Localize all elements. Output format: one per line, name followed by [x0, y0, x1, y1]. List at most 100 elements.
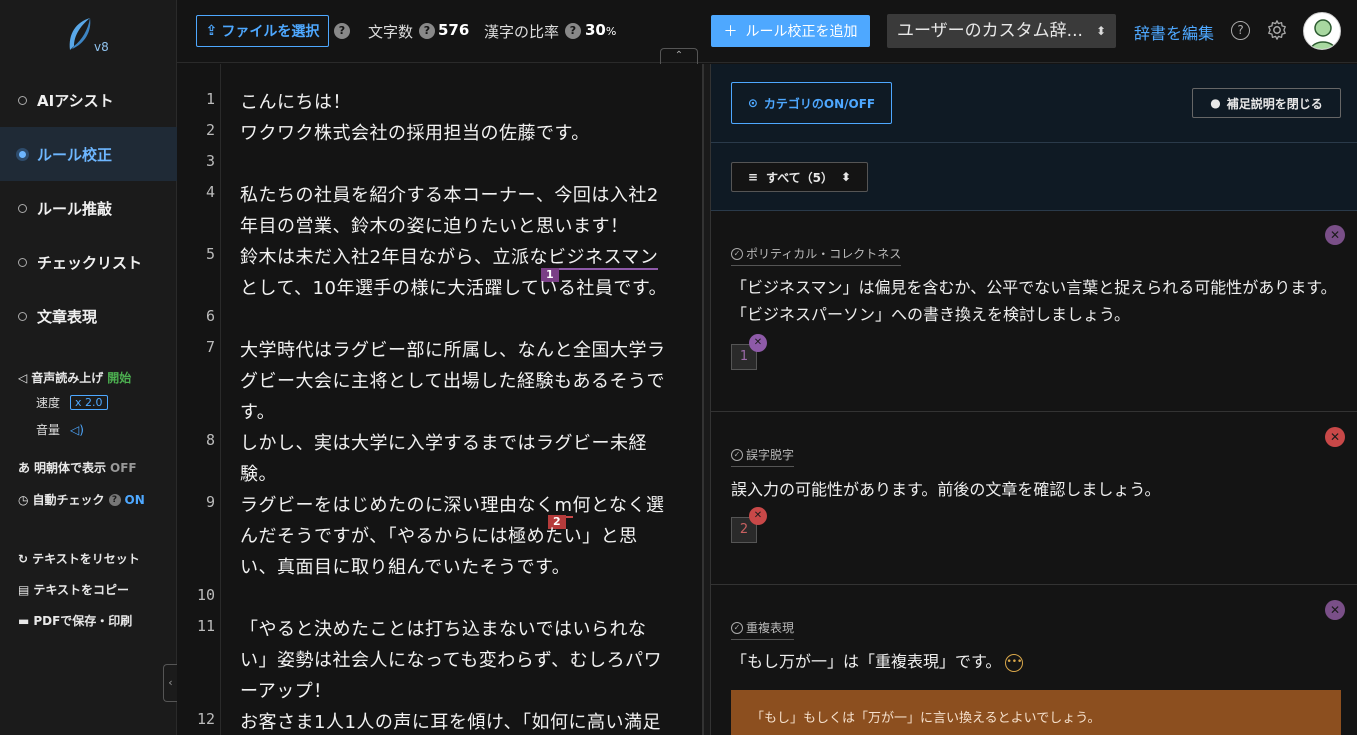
sidebar-item-rule-check[interactable]: ルール校正 [0, 127, 177, 181]
sidebar-collapse-button[interactable]: ‹ [163, 664, 177, 702]
check-icon: ✓ [731, 247, 743, 260]
editor-text-line[interactable]: 験。 [240, 460, 277, 486]
line-number: 6 [205, 307, 215, 325]
dismiss-icon[interactable]: ✕ [1325, 225, 1345, 245]
font-icon: あ [18, 461, 31, 475]
help-icon[interactable]: ? [334, 23, 350, 39]
filter-select[interactable]: ≡ すべて（5） ⬍ [731, 162, 868, 192]
sidebar-item-label: チェックリスト [37, 253, 143, 272]
radio-icon [18, 203, 27, 213]
pane-splitter[interactable] [703, 64, 711, 735]
gutter-divider [220, 64, 221, 735]
result-message-text: 「もし万が一」は「重複表現」です。 [731, 652, 1002, 671]
pdf-print-button[interactable]: ▬ PDFで保存・印刷 [18, 612, 132, 629]
result-message: 誤入力の可能性があります。前後の文章を確認しましょう。 [731, 480, 1161, 499]
kanji-ratio-label: 漢字の比率 [484, 23, 560, 41]
editor-text-line[interactable]: す。 [240, 398, 275, 424]
comment-bubble-icon[interactable]: ••• [1005, 653, 1024, 672]
kanji-ratio: 30% [585, 21, 616, 39]
help-icon[interactable]: ? [108, 493, 121, 506]
file-select-button[interactable]: ⇪ ファイルを選択 [196, 15, 329, 47]
sidebar-item-label: 文章表現 [37, 307, 98, 326]
editor-text-line[interactable]: ーアップ！ [240, 677, 332, 703]
editor-text-line[interactable]: んだそうですが、「やるからには極めたい」と思 [240, 522, 638, 548]
add-rule-button[interactable]: ＋ ルール校正を追加 [711, 15, 870, 47]
copy-text-label: テキストをコピー [33, 583, 129, 597]
sidebar-item-ai-assist[interactable]: AIアシスト [0, 73, 177, 127]
edit-dictionary-link[interactable]: 辞書を編集 [1134, 20, 1214, 44]
category-tag: ✓ ポリティカル・コレクトネス [731, 245, 902, 266]
pen-logo-icon [69, 18, 91, 50]
kanji-ratio-unit: % [605, 25, 617, 38]
line-number: 3 [205, 152, 215, 170]
toolbar-collapse-button[interactable]: ⌃ [660, 48, 698, 64]
radio-icon [18, 257, 27, 267]
gear-icon[interactable] [1266, 19, 1288, 41]
char-count-value: 576 [438, 21, 470, 39]
category-tag: ✓ 重複表現 [731, 619, 795, 640]
line-number: 12 [196, 710, 215, 728]
flagged-word-businessman[interactable]: ビジネスマン [547, 247, 659, 270]
autocheck-toggle[interactable]: ◷ 自動チェック ? ON [18, 491, 145, 508]
category-label: 誤字脱字 [746, 448, 795, 462]
advice-box: 「もし」もしくは「万が一」に言い換えるとよいでしょう。 [731, 690, 1341, 735]
user-avatar[interactable] [1303, 12, 1341, 50]
editor-text-line[interactable]: ワクワク株式会社の採用担当の佐藤です。 [240, 119, 590, 145]
app-root: v8 AIアシスト ルール校正 ルール推敲 チェックリスト 文章表現 ◁ 音声読… [0, 0, 1357, 735]
mincho-toggle[interactable]: あ 明朝体で表示 OFF [18, 459, 137, 476]
sidebar-item-rule-refine[interactable]: ルール推敲 [0, 181, 177, 235]
editor-text-line[interactable]: ラグビーをはじめたのに深い理由なくm何となく選 [240, 491, 665, 518]
dictionary-select-value: ユーザーのカスタム辞... [897, 21, 1083, 41]
help-icon[interactable]: ? [565, 23, 581, 39]
file-upload-icon: ⇪ [205, 23, 218, 39]
editor-text-line[interactable]: い」姿勢は社会人になっても変わらず、むしろパワ [240, 646, 662, 672]
editor-text-line[interactable]: お客さま1人1人の声に耳を傾け、「如何に高い満足 [240, 708, 661, 734]
editor-text-line[interactable]: 鈴木は未だ入社2年目ながら、立派なビジネスマン [240, 243, 659, 270]
dismiss-icon[interactable]: ✕ [1325, 600, 1345, 620]
sidebar-item-label: AIアシスト [37, 91, 114, 110]
comment-icon: ● [1210, 96, 1221, 110]
radio-icon [18, 95, 27, 105]
add-rule-label: ルール校正を追加 [745, 24, 858, 40]
sidebar-item-expression[interactable]: 文章表現 [0, 289, 177, 343]
text-segment: 何となく選 [572, 495, 665, 516]
close-notes-button[interactable]: ● 補足説明を閉じる [1192, 88, 1341, 118]
category-tag: ✓ 誤字脱字 [731, 446, 795, 467]
help-icon[interactable]: ? [419, 23, 435, 39]
editor-text-line[interactable]: こんにちは！ [240, 88, 351, 114]
result-card-political: ✕ ✓ ポリティカル・コレクトネス 「ビジネスマン」は偏見を含むか、公平でない言… [711, 212, 1357, 412]
reset-text-label: テキストをリセット [32, 552, 140, 566]
editor-text-line[interactable]: い、真面目に取り組んでいたそうです。 [240, 553, 570, 579]
help-icon[interactable]: ? [1231, 21, 1250, 40]
editor-text-line[interactable]: 大学時代はラグビー部に所属し、なんと全国大学ラ [240, 336, 666, 362]
line-number: 2 [205, 121, 215, 139]
voice-start-button[interactable]: 開始 [107, 369, 131, 386]
version-label: v8 [94, 40, 109, 54]
editor-text-line[interactable]: 年目の営業、鈴木の姿に迫りたいと思います！ [240, 212, 629, 238]
editor-text-line[interactable]: 私たちの社員を紹介する本コーナー、今回は入社2 [240, 181, 659, 207]
reset-text-button[interactable]: ↻ テキストをリセット [18, 550, 140, 567]
dictionary-select[interactable]: ユーザーのカスタム辞... ⬍ [887, 14, 1116, 48]
result-message: 「もし万が一」は「重複表現」です。 ••• [731, 648, 1024, 675]
editor-text-line[interactable]: しかし、実は大学に入学するまではラグビー未経 [240, 429, 647, 455]
result-message: 「ビジネスパーソン」への書き換えを検討しましょう。 [731, 305, 1131, 324]
check-circle-icon: ⊙ [747, 96, 758, 110]
pdf-print-label: PDFで保存・印刷 [33, 614, 133, 628]
sidebar-item-checklist[interactable]: チェックリスト [0, 235, 177, 289]
dismiss-icon[interactable]: ✕ [749, 334, 767, 352]
editor-text-line[interactable]: として、10年選手の様に大活躍している社員です。 [240, 274, 667, 300]
text-segment: 鈴木は未だ入社2年目ながら、立派な [240, 247, 548, 268]
app-logo[interactable]: v8 [66, 16, 114, 56]
line-number: 7 [205, 338, 215, 356]
category-toggle-button[interactable]: ⊙ カテゴリのON/OFF [731, 82, 892, 124]
dismiss-icon[interactable]: ✕ [749, 507, 767, 525]
volume-icon[interactable]: ◁) [70, 423, 84, 437]
copy-text-button[interactable]: ▤ テキストをコピー [18, 581, 129, 598]
speed-value-button[interactable]: x 2.0 [70, 395, 108, 410]
check-icon: ✓ [731, 448, 743, 461]
sidebar-item-label: ルール校正 [37, 145, 113, 164]
editor-text-line[interactable]: 「やると決めたことは打ち込まないではいられな [240, 615, 646, 641]
editor-text-line[interactable]: グビー大会に主将として出場した経験もあるそうで [240, 367, 665, 393]
dismiss-icon[interactable]: ✕ [1325, 427, 1345, 447]
radio-selected-icon [16, 147, 29, 161]
